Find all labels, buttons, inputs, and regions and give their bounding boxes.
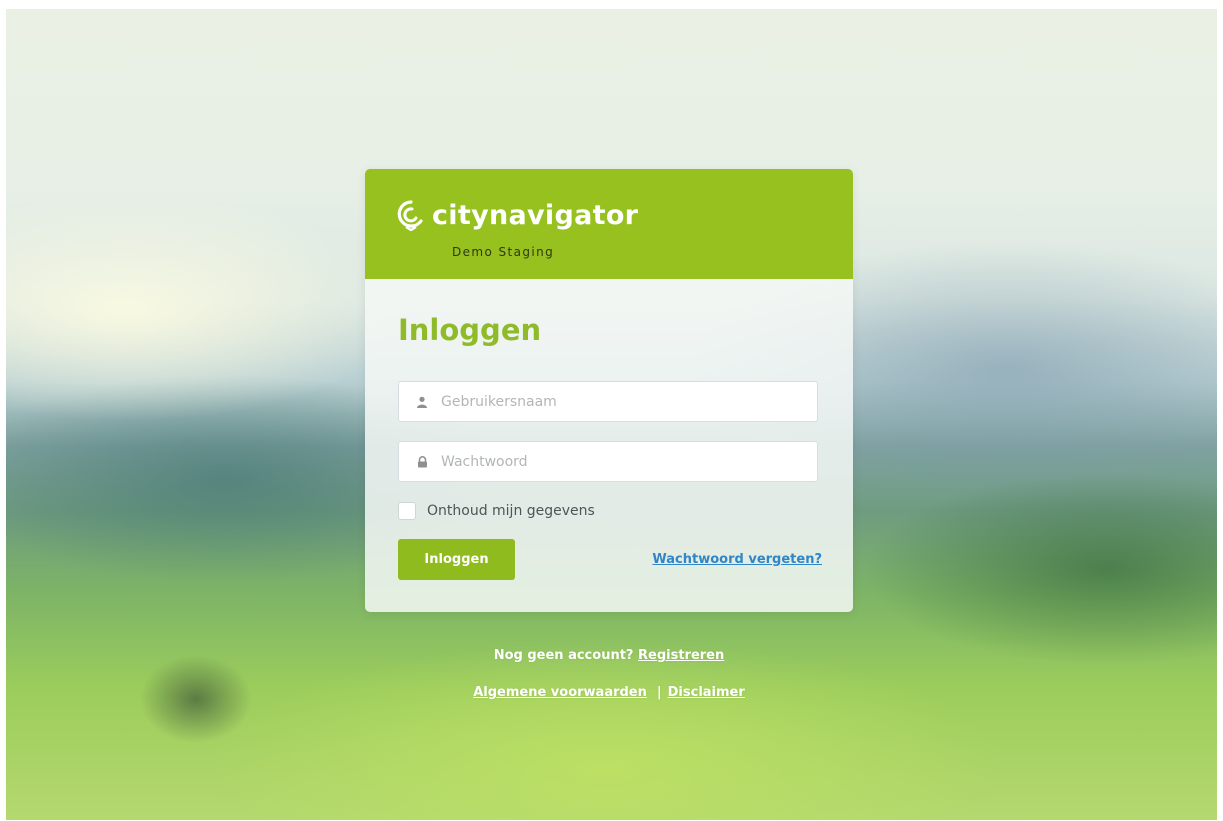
no-account-text: Nog geen account?: [493, 648, 634, 663]
card-header: citynavigator Demo Staging: [365, 169, 853, 279]
terms-link[interactable]: Algemene voorwaarden: [473, 685, 647, 700]
remember-label[interactable]: Onthoud mijn gegevens: [427, 503, 595, 519]
background: citynavigator Demo Staging Inloggen Gebr…: [6, 9, 1217, 820]
link-separator: |: [656, 685, 662, 700]
brand-subtitle: Demo Staging: [452, 245, 555, 259]
register-line: Nog geen account? Registreren: [365, 648, 853, 663]
remember-me[interactable]: Onthoud mijn gegevens: [398, 502, 595, 520]
username-field[interactable]: [398, 381, 818, 422]
login-button[interactable]: Inloggen: [398, 539, 515, 580]
forgot-password-link[interactable]: Wachtwoord vergeten?: [652, 552, 822, 567]
user-icon: [415, 395, 429, 409]
password-input[interactable]: [441, 453, 801, 470]
citynavigator-logo-icon: [397, 200, 423, 231]
password-field[interactable]: [398, 441, 818, 482]
legal-links: Algemene voorwaarden | Disclaimer: [365, 685, 853, 700]
login-card: citynavigator Demo Staging Inloggen Gebr…: [365, 169, 853, 612]
register-link[interactable]: Registreren: [638, 648, 724, 663]
brand-name: citynavigator: [432, 199, 639, 231]
username-input[interactable]: [441, 393, 801, 410]
lock-icon: [415, 455, 429, 469]
logo: citynavigator: [396, 199, 638, 231]
disclaimer-link[interactable]: Disclaimer: [668, 685, 745, 700]
remember-checkbox[interactable]: [398, 502, 416, 520]
page-title: Inloggen: [398, 313, 542, 347]
